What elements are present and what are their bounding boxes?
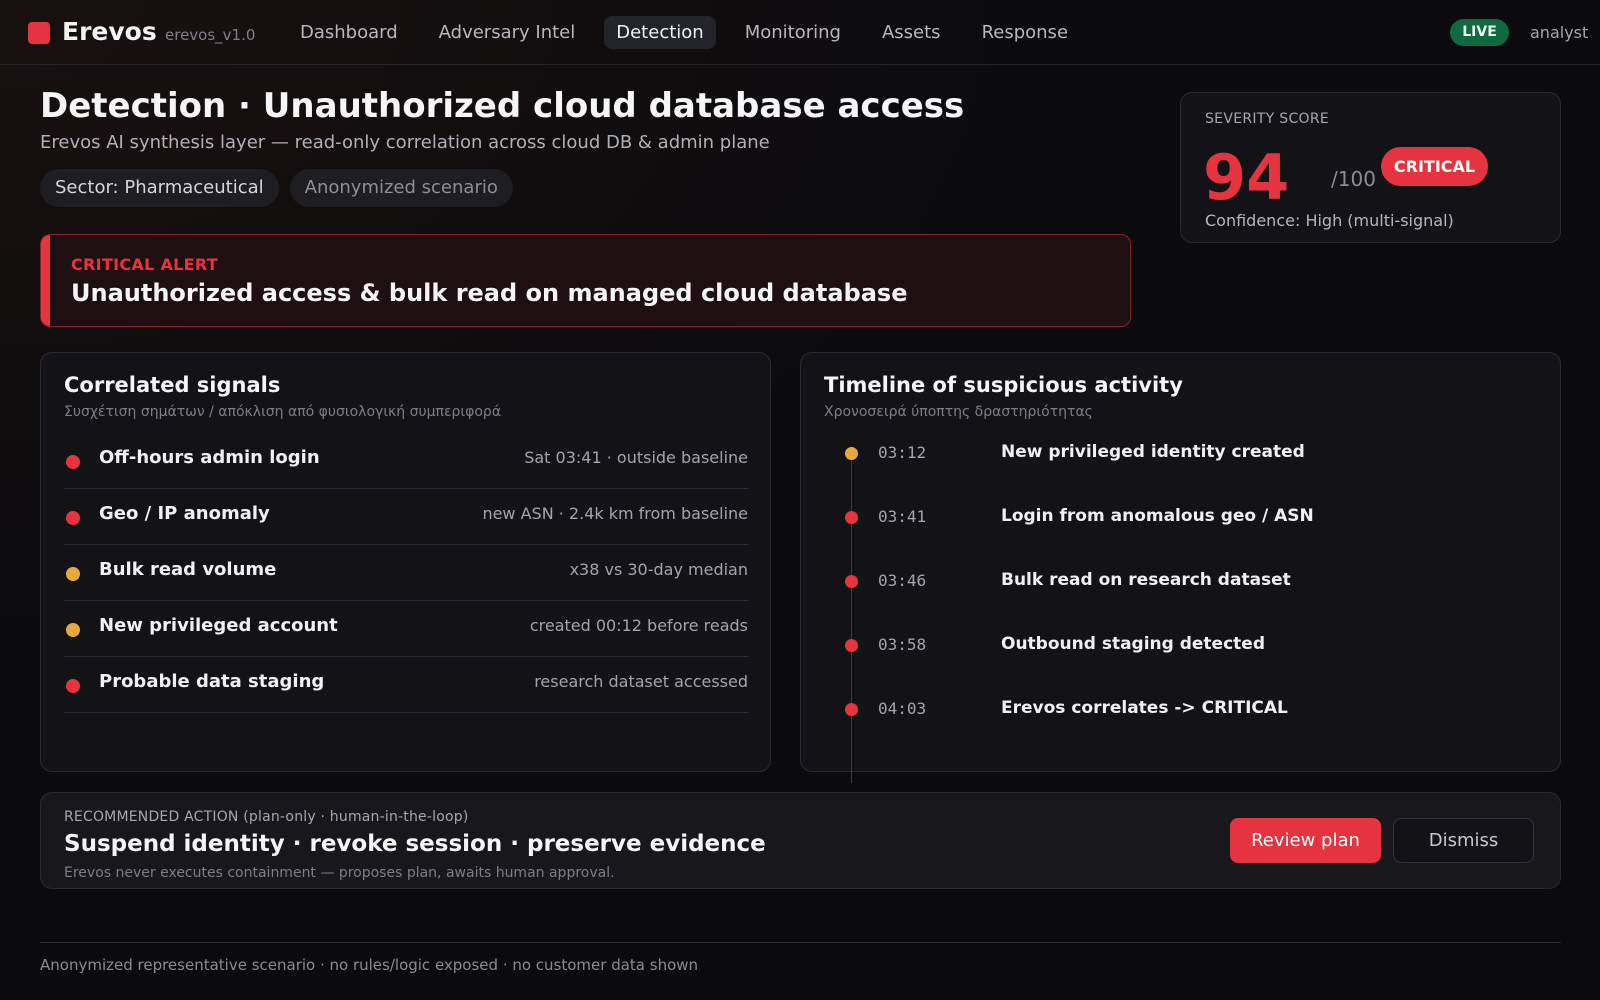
timeline-dot-icon — [845, 639, 858, 652]
signal-name: Off-hours admin login — [99, 447, 320, 468]
timeline-event[interactable]: 03:12 New privileged identity created — [801, 435, 1560, 499]
list-item[interactable]: Probable data staging research dataset a… — [64, 657, 748, 713]
signal-name: Bulk read volume — [99, 559, 277, 580]
severity-card: SEVERITY SCORE 94 /100 CRITICAL Confiden… — [1180, 92, 1561, 243]
status-dot-icon — [66, 567, 80, 581]
signal-detail: created 00:12 before reads — [529, 616, 748, 635]
event-description: Outbound staging detected — [1001, 634, 1265, 654]
event-time: 03:58 — [878, 635, 927, 654]
main-nav: Dashboard Adversary Intel Detection Moni… — [288, 16, 1091, 49]
status-dot-icon — [66, 455, 80, 469]
timeline-dot-icon — [845, 511, 858, 524]
severity-confidence: Confidence: High (multi-signal) — [1205, 211, 1454, 230]
timeline-list: 03:12 New privileged identity created 03… — [801, 435, 1560, 755]
timeline-dot-icon — [845, 575, 858, 588]
list-item[interactable]: Bulk read volume x38 vs 30-day median — [64, 545, 748, 601]
nav-item-monitoring[interactable]: Monitoring — [733, 16, 853, 49]
signal-detail: Sat 03:41 · outside baseline — [524, 448, 748, 467]
timeline-event[interactable]: 03:41 Login from anomalous geo / ASN — [801, 499, 1560, 563]
page-title: Detection · Unauthorized cloud database … — [40, 86, 965, 126]
event-time: 03:41 — [878, 507, 927, 526]
review-plan-button[interactable]: Review plan — [1230, 818, 1381, 863]
sector-chip: Sector: Pharmaceutical — [40, 169, 279, 207]
list-item[interactable]: Off-hours admin login Sat 03:41 · outsid… — [64, 433, 748, 489]
list-item[interactable]: New privileged account created 00:12 bef… — [64, 601, 748, 657]
version-label: erevos_v1.0 — [165, 26, 256, 44]
signals-list: Off-hours admin login Sat 03:41 · outsid… — [64, 433, 748, 713]
nav-item-assets[interactable]: Assets — [870, 16, 953, 49]
signal-detail: research dataset accessed — [534, 672, 748, 691]
event-description: Login from anomalous geo / ASN — [1001, 506, 1314, 526]
timeline-subtitle: Χρονοσειρά ύποπτης δραστηριότητας — [824, 404, 1093, 420]
nav-item-adversary-intel[interactable]: Adversary Intel — [427, 16, 588, 49]
live-status-badge: LIVE — [1450, 19, 1509, 46]
timeline-panel: Timeline of suspicious activity Χρονοσει… — [800, 352, 1561, 783]
dismiss-button[interactable]: Dismiss — [1393, 818, 1534, 863]
event-description: New privileged identity created — [1001, 442, 1305, 462]
event-time: 03:12 — [878, 443, 927, 462]
status-dot-icon — [66, 679, 80, 693]
nav-item-dashboard[interactable]: Dashboard — [288, 16, 410, 49]
nav-item-response[interactable]: Response — [970, 16, 1080, 49]
list-item[interactable]: Geo / IP anomaly new ASN · 2.4k km from … — [64, 489, 748, 545]
signal-name: New privileged account — [99, 615, 338, 636]
top-nav-bar: Erevos erevos_v1.0 Dashboard Adversary I… — [0, 0, 1600, 65]
nav-item-detection[interactable]: Detection — [604, 16, 716, 49]
action-title: Suspend identity · revoke session · pres… — [64, 831, 766, 857]
timeline-event[interactable]: 03:58 Outbound staging detected — [801, 627, 1560, 691]
status-dot-icon — [66, 623, 80, 637]
signal-detail: x38 vs 30-day median — [569, 560, 748, 579]
critical-alert-banner: CRITICAL ALERT Unauthorized access & bul… — [40, 234, 1131, 327]
event-time: 03:46 — [878, 571, 927, 590]
severity-score: 94 — [1203, 141, 1290, 214]
action-label: RECOMMENDED ACTION (plan-only · human-in… — [64, 809, 469, 825]
event-description: Bulk read on research dataset — [1001, 570, 1291, 590]
correlated-signals-panel: Correlated signals Συσχέτιση σημάτων / α… — [40, 352, 771, 772]
alert-label: CRITICAL ALERT — [71, 255, 218, 274]
timeline-dot-icon — [845, 447, 858, 460]
severity-badge: CRITICAL — [1381, 147, 1488, 186]
timeline-title: Timeline of suspicious activity — [824, 373, 1183, 397]
signal-name: Probable data staging — [99, 671, 325, 692]
timeline-event[interactable]: 03:46 Bulk read on research dataset — [801, 563, 1560, 627]
alert-text: Unauthorized access & bulk read on manag… — [71, 279, 908, 307]
severity-label: SEVERITY SCORE — [1205, 111, 1330, 127]
signal-name: Geo / IP anomaly — [99, 503, 270, 524]
brand-name: Erevos — [62, 17, 157, 46]
timeline-event[interactable]: 04:03 Erevos correlates -> CRITICAL — [801, 691, 1560, 755]
recommended-action-card: RECOMMENDED ACTION (plan-only · human-in… — [40, 792, 1561, 889]
event-time: 04:03 — [878, 699, 927, 718]
timeline-dot-icon — [845, 703, 858, 716]
event-description: Erevos correlates -> CRITICAL — [1001, 698, 1288, 718]
status-dot-icon — [66, 511, 80, 525]
signal-detail: new ASN · 2.4k km from baseline — [482, 504, 748, 523]
signals-title: Correlated signals — [64, 373, 281, 397]
footer-divider — [40, 942, 1561, 943]
action-note: Erevos never executes containment — prop… — [64, 865, 615, 881]
alert-accent-bar — [41, 235, 50, 326]
logo-icon — [28, 22, 50, 44]
tag-chips: Sector: Pharmaceutical Anonymized scenar… — [40, 169, 513, 207]
user-menu[interactable]: analyst — [1530, 23, 1588, 42]
severity-max: /100 — [1331, 167, 1376, 191]
page-subtitle: Erevos AI synthesis layer — read-only co… — [40, 132, 770, 153]
signals-subtitle: Συσχέτιση σημάτων / απόκλιση από φυσιολο… — [64, 404, 502, 420]
footer-disclaimer: Anonymized representative scenario · no … — [40, 956, 699, 974]
scenario-chip: Anonymized scenario — [289, 169, 513, 207]
